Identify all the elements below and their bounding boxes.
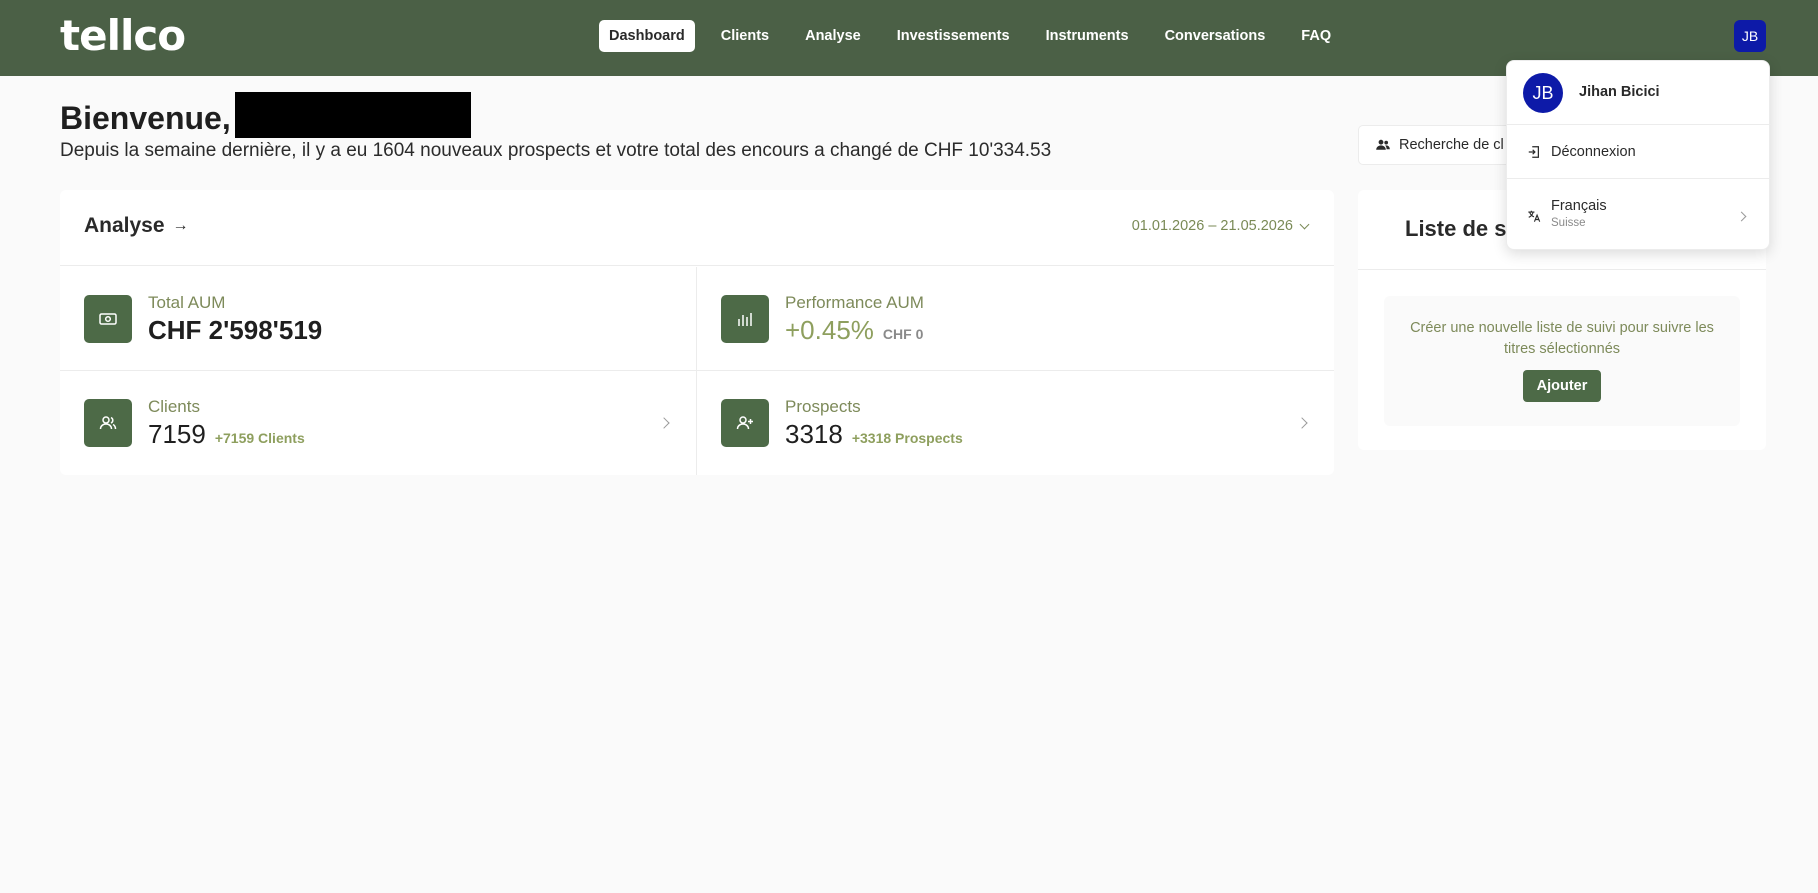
tile-label: Clients (148, 397, 200, 416)
user-name: Jihan Bicici (1579, 84, 1660, 100)
watchlist-empty-state: Créer une nouvelle liste de suivi pour s… (1384, 296, 1740, 426)
performance-amount: CHF 0 (882, 326, 924, 342)
nav-clients[interactable]: Clients (711, 20, 779, 52)
language-name: Français (1551, 198, 1607, 214)
analyse-card-header: Analyse → 01.01.2026 – 21.05.2026 (60, 190, 1334, 266)
chevron-right-icon[interactable] (658, 417, 670, 429)
logout-icon (1528, 145, 1539, 158)
tile-prospects[interactable]: Prospects 3318 +3318 Prospects (697, 371, 1334, 475)
tile-value: +0.45% CHF 0 (785, 315, 923, 346)
nav-faq[interactable]: FAQ (1291, 20, 1341, 52)
watchlist-title: Liste de su (1405, 216, 1520, 241)
language-region: Suisse (1551, 217, 1586, 229)
tile-clients[interactable]: Clients 7159 +7159 Clients (60, 371, 697, 475)
welcome-subtitle: Depuis la semaine dernière, il y a eu 16… (60, 140, 1052, 161)
user-avatar-button[interactable]: JB (1734, 20, 1766, 52)
banknote-icon (84, 295, 132, 343)
clients-delta: +7159 Clients (214, 430, 305, 446)
user-plus-icon (721, 399, 769, 447)
tile-value: 7159 +7159 Clients (148, 419, 305, 450)
bar-chart-icon (721, 295, 769, 343)
date-range-picker[interactable]: 01.01.2026 – 21.05.2026 (1131, 218, 1310, 234)
tile-label: Total AUM (148, 293, 226, 312)
menu-user-header: JB Jihan Bicici (1507, 61, 1771, 125)
users-icon (1376, 139, 1390, 150)
nav-conversations[interactable]: Conversations (1155, 20, 1276, 52)
chevron-right-icon[interactable] (1296, 417, 1308, 429)
user-dropdown-menu: JB Jihan Bicici Déconnexion Français Sui… (1506, 60, 1771, 251)
logout-menu-item[interactable]: Déconnexion (1507, 125, 1771, 179)
users-icon (84, 399, 132, 447)
chevron-right-icon (1736, 211, 1747, 222)
total-aum-value: CHF 2'598'519 (148, 315, 323, 345)
tile-value: 3318 +3318 Prospects (785, 419, 963, 450)
prospects-count: 3318 (785, 419, 843, 449)
analyse-link[interactable]: Analyse → (84, 214, 189, 238)
nav-instruments[interactable]: Instruments (1036, 20, 1139, 52)
welcome-title: Bienvenue, (60, 100, 231, 136)
tile-total-aum: Total AUM CHF 2'598'519 (60, 267, 697, 371)
watchlist-empty-text: Créer une nouvelle liste de suivi pour s… (1410, 320, 1714, 357)
client-search-label: Recherche de cl (1399, 137, 1504, 153)
logout-label: Déconnexion (1551, 143, 1636, 160)
chevron-down-icon (1299, 219, 1310, 229)
tellco-logo[interactable]: tellco (60, 15, 186, 57)
main-nav: Dashboard Clients Analyse Investissement… (599, 20, 1357, 52)
tile-label: Prospects (785, 397, 861, 416)
arrow-right-icon: → (172, 217, 189, 234)
translate-icon (1528, 210, 1541, 222)
tile-label: Performance AUM (785, 293, 924, 312)
analyse-title: Analyse (84, 214, 165, 237)
tile-performance-aum: Performance AUM +0.45% CHF 0 (697, 267, 1334, 371)
welcome-heading: Bienvenue, (60, 92, 471, 138)
date-range-label: 01.01.2026 – 21.05.2026 (1131, 218, 1293, 234)
nav-analyse[interactable]: Analyse (795, 20, 871, 52)
nav-investissements[interactable]: Investissements (887, 20, 1020, 52)
language-menu-item[interactable]: Français Suisse (1507, 179, 1771, 251)
add-watchlist-button[interactable]: Ajouter (1523, 370, 1601, 402)
nav-dashboard[interactable]: Dashboard (599, 20, 695, 52)
tile-value: CHF 2'598'519 (148, 315, 322, 346)
clients-count: 7159 (148, 419, 206, 449)
redacted-username (234, 92, 471, 138)
analyse-card: Analyse → 01.01.2026 – 21.05.2026 Total … (60, 190, 1334, 475)
prospects-delta: +3318 Prospects (851, 430, 963, 446)
performance-value: +0.45% (785, 315, 874, 345)
avatar: JB (1523, 73, 1563, 113)
